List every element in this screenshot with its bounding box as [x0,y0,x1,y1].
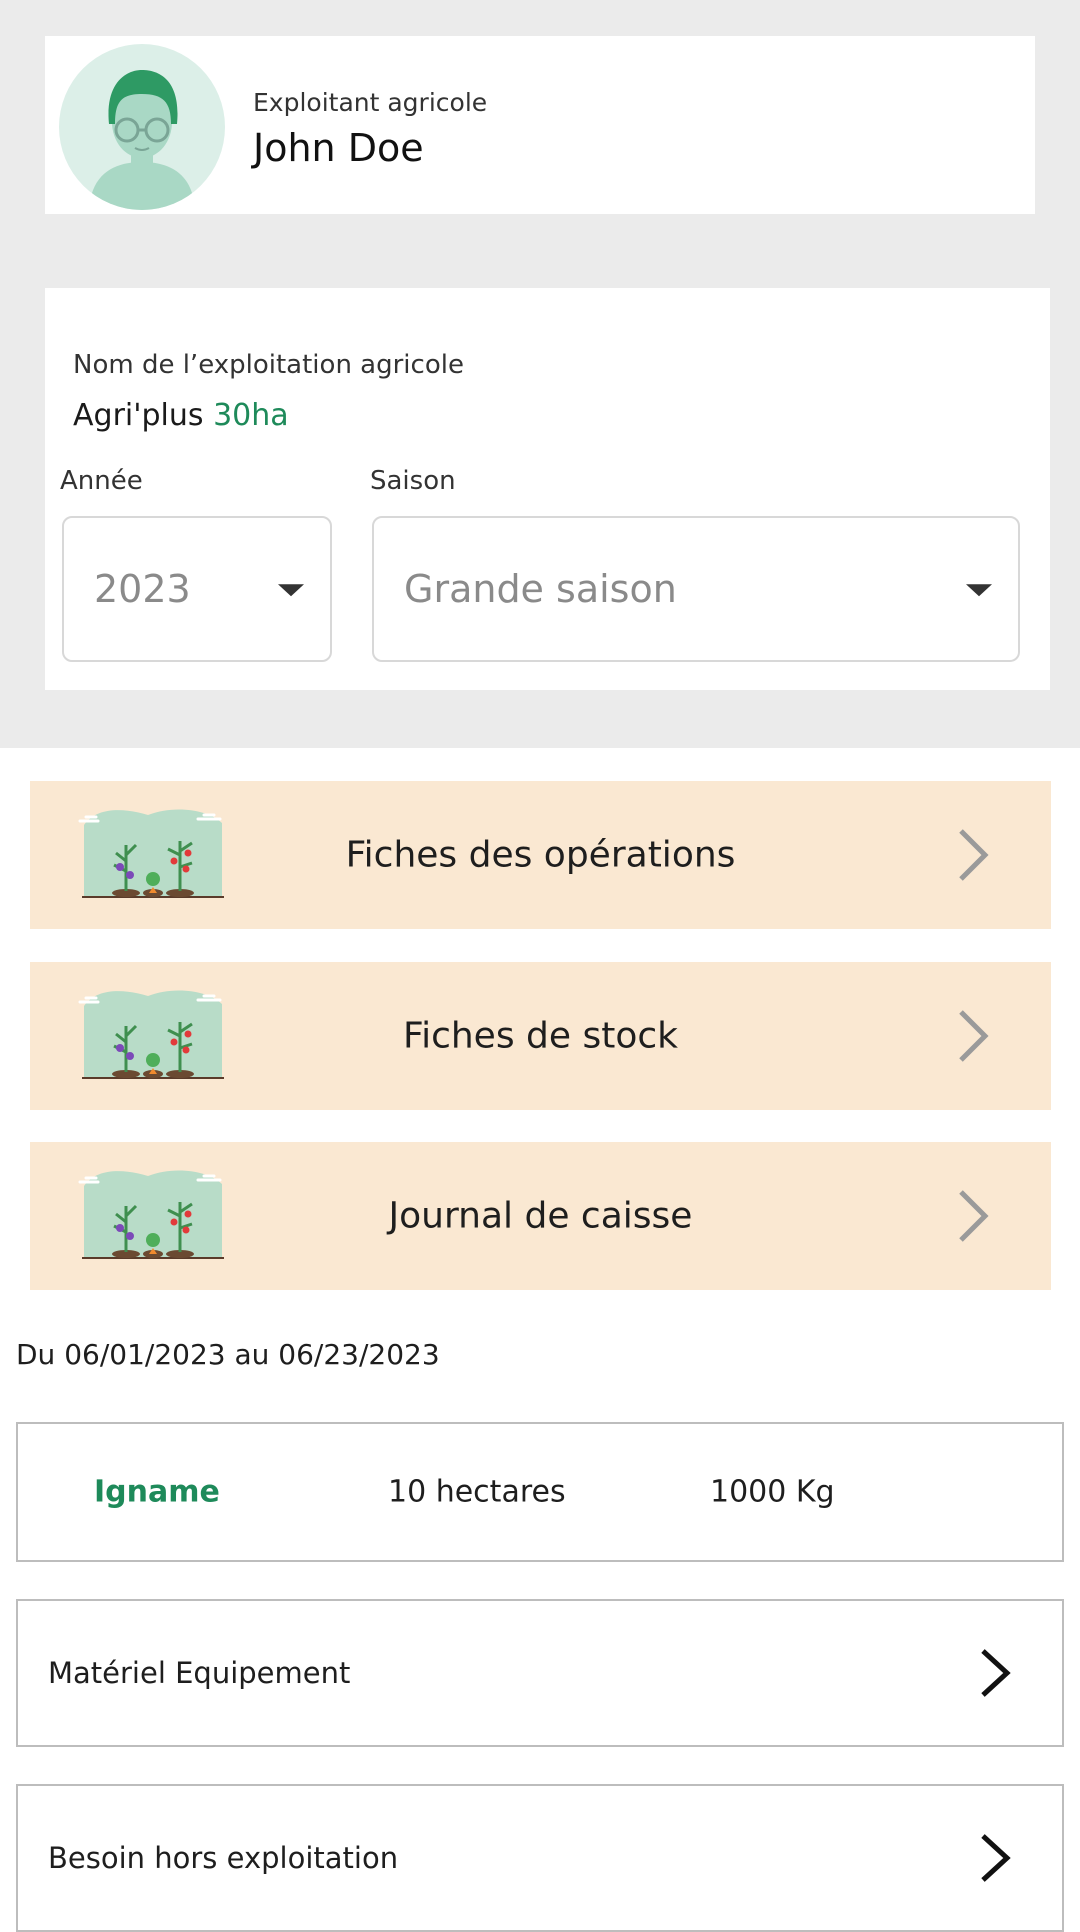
farm-card: Nom de l’exploitation agricole Agri'plus… [45,288,1050,690]
section-external-needs-label: Besoin hors exploitation [48,1841,399,1875]
profile-card: Exploitant agricole John Doe [45,36,1035,214]
season-label: Saison [370,466,456,496]
farm-area: 30ha [213,398,289,433]
menu-cash-journal-label: Journal de caisse [388,1195,693,1237]
menu-operations-sheets[interactable]: Fiches des opérations [30,781,1051,929]
farm-name: Agri'plus 30ha [73,398,289,433]
year-select-value: 2023 [94,567,191,611]
season-select[interactable]: Grande saison [372,516,1020,662]
user-avatar-icon [59,44,225,210]
chevron-right-icon [981,1834,1011,1882]
farm-name-label: Nom de l’exploitation agricole [73,350,464,380]
chevron-right-icon [959,829,989,881]
menu-stock-sheets-label: Fiches de stock [402,1015,679,1057]
section-external-needs[interactable]: Besoin hors exploitation [16,1784,1064,1932]
chevron-right-icon [959,1190,989,1242]
crop-area: 10 hectares [388,1474,566,1510]
caret-down-icon [966,584,992,597]
year-label: Année [60,466,143,496]
profile-name: John Doe [253,126,424,170]
menu-cash-journal[interactable]: Journal de caisse [30,1142,1051,1290]
crop-quantity: 1000 Kg [710,1474,835,1510]
section-equipment[interactable]: Matériel Equipement [16,1599,1064,1747]
crop-summary: Igname 10 hectares 1000 Kg [16,1422,1064,1562]
chevron-right-icon [959,1010,989,1062]
chevron-right-icon [981,1649,1011,1697]
section-equipment-label: Matériel Equipement [48,1656,351,1690]
year-select[interactable]: 2023 [62,516,332,662]
profile-role: Exploitant agricole [253,88,488,117]
caret-down-icon [278,584,304,597]
crop-name: Igname [94,1474,220,1510]
date-range: Du 06/01/2023 au 06/23/2023 [16,1338,440,1371]
menu-stock-sheets[interactable]: Fiches de stock [30,962,1051,1110]
menu-operations-sheets-label: Fiches des opérations [345,834,736,876]
season-select-value: Grande saison [404,567,677,611]
farm-name-value: Agri'plus [73,398,204,433]
